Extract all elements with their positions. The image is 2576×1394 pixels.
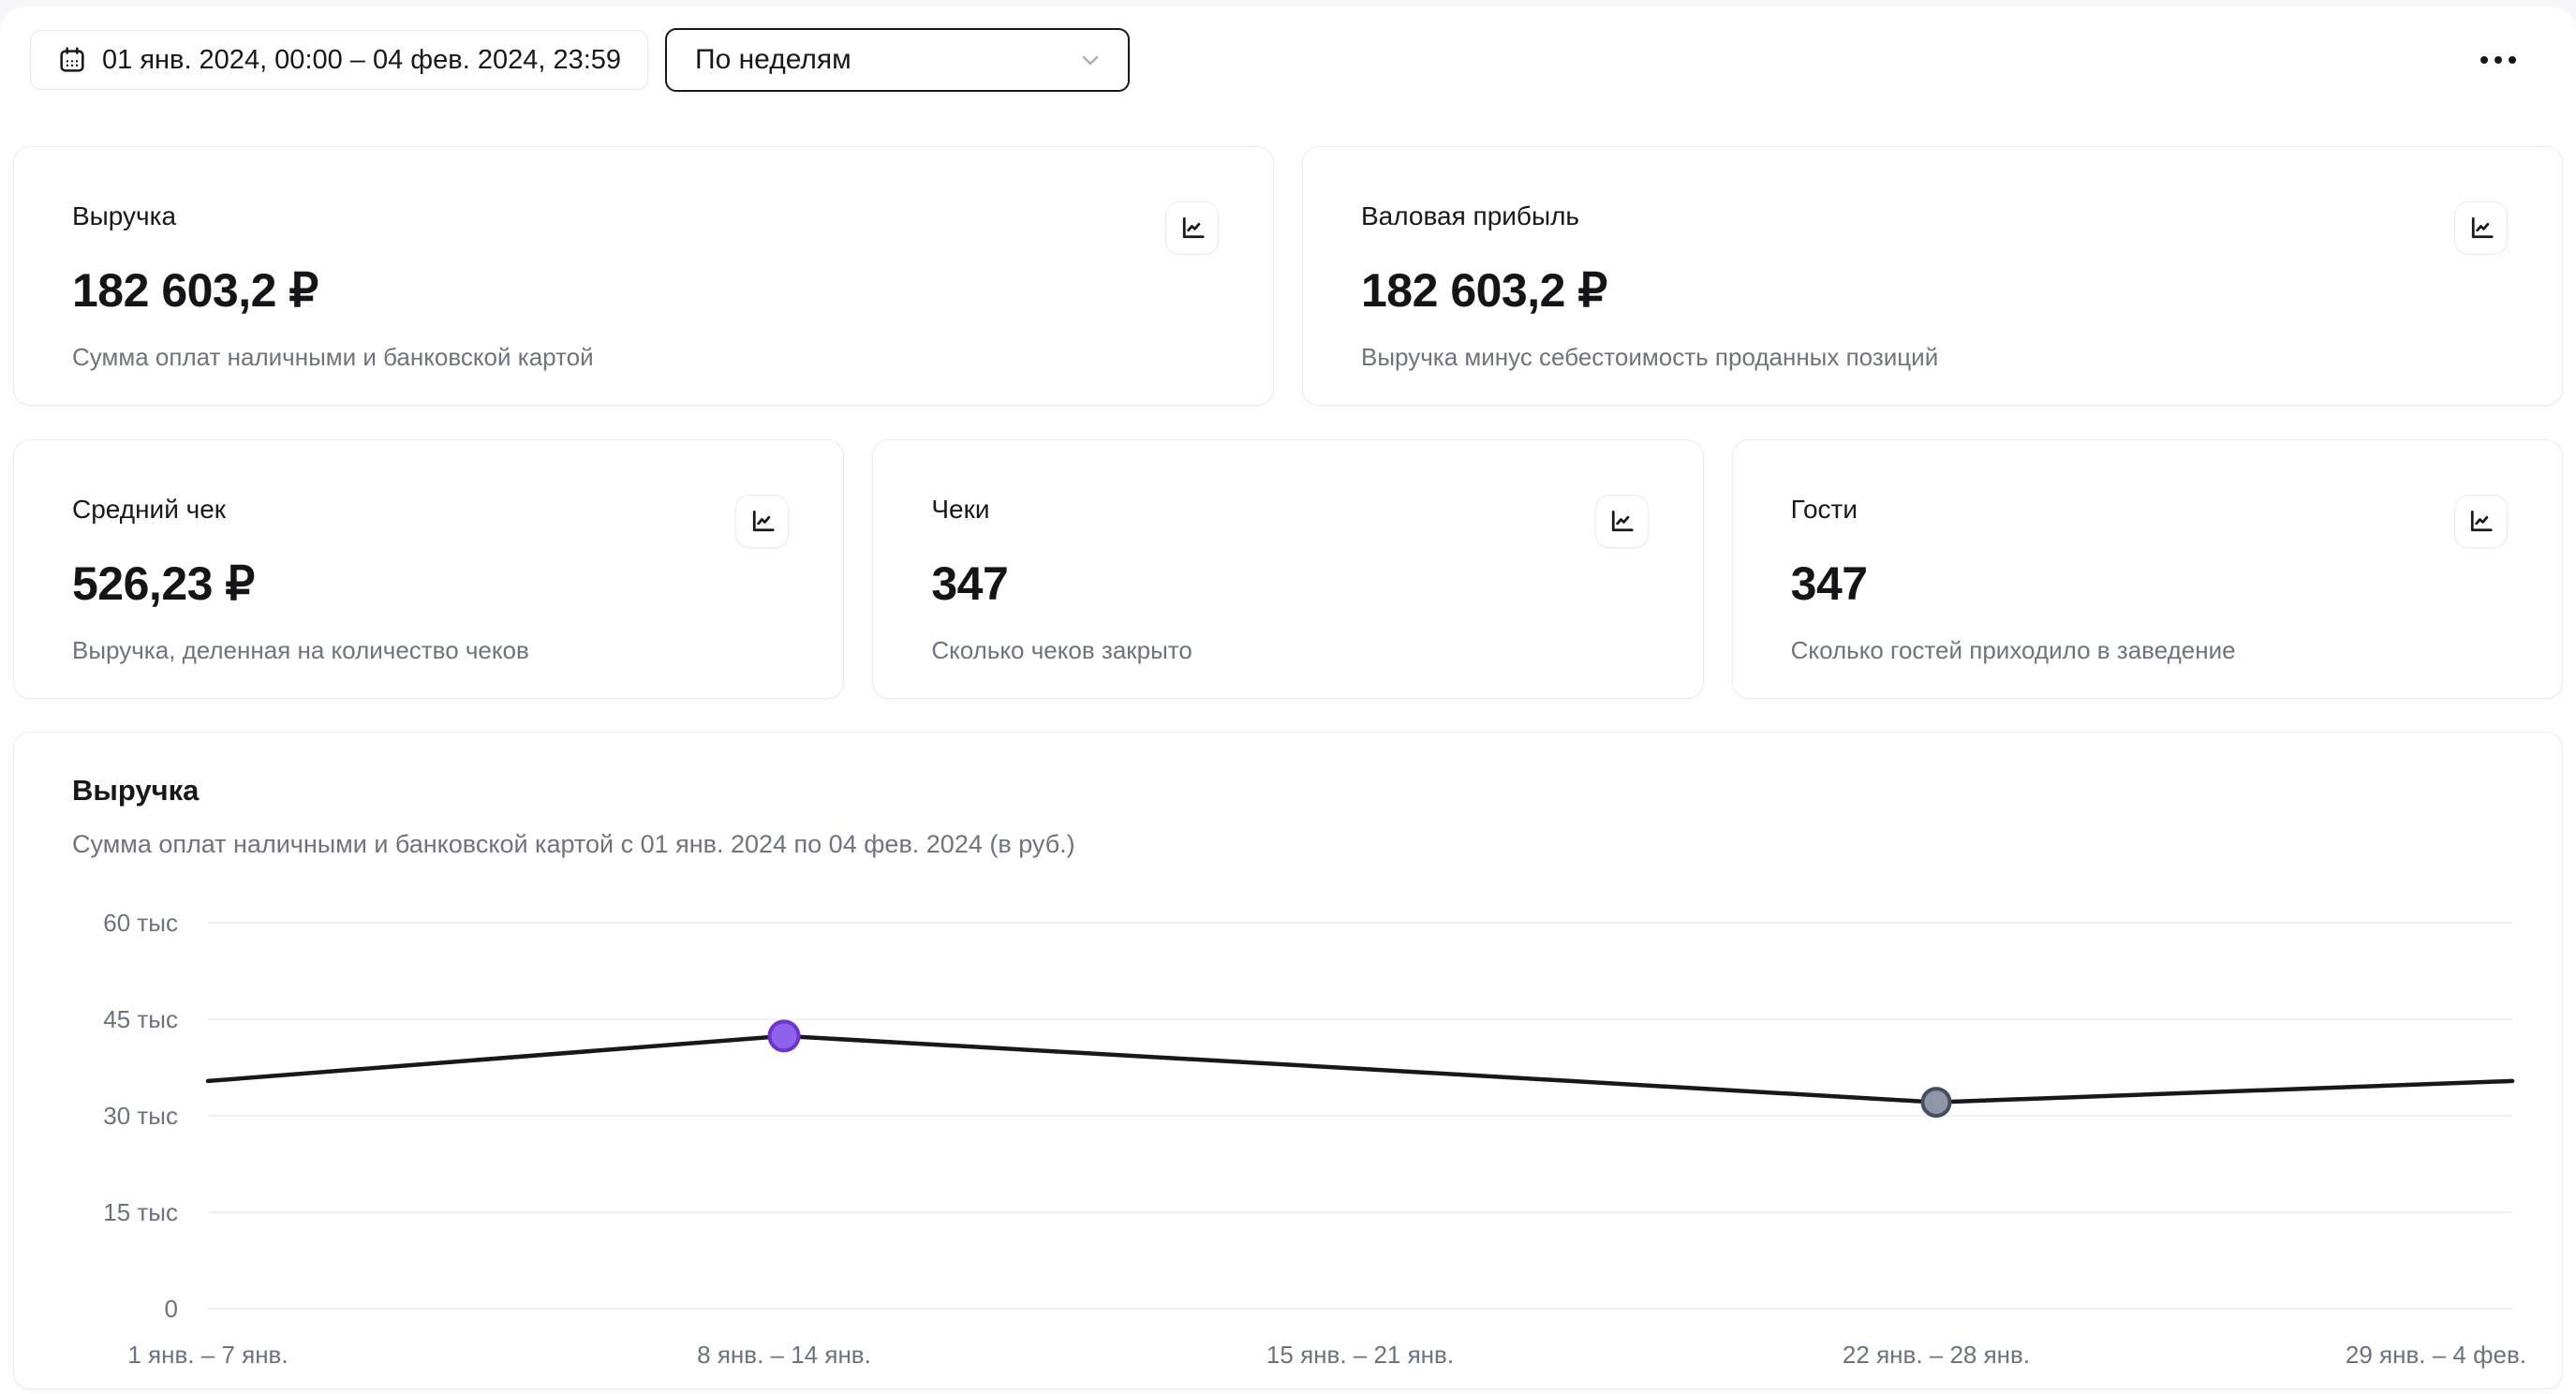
line-chart-icon	[1178, 215, 1207, 243]
y-axis-tick-label: 45 тыс	[103, 1005, 178, 1033]
chevron-down-icon	[1077, 47, 1103, 73]
card-title: Гости	[1791, 495, 2504, 525]
x-axis-tick-label: 1 янв. – 7 янв.	[127, 1341, 288, 1369]
open-chart-button[interactable]	[2454, 495, 2508, 548]
chart-marker[interactable]	[770, 1021, 799, 1050]
calendar-icon	[57, 45, 87, 75]
card-value: 347	[1791, 556, 2504, 611]
card-title: Средний чек	[72, 495, 785, 525]
card-value: 347	[931, 556, 1644, 611]
date-range-button[interactable]: 01 янв. 2024, 00:00 – 04 фев. 2024, 23:5…	[30, 30, 648, 90]
card-description: Выручка минус себестоимость проданных по…	[1361, 343, 2504, 372]
chart-title: Выручка	[72, 774, 2504, 808]
y-axis-tick-label: 30 тыс	[103, 1102, 178, 1130]
more-options-button[interactable]	[2475, 43, 2522, 77]
card-value: 182 603,2 ₽	[1361, 263, 2504, 318]
y-axis-tick-label: 15 тыс	[103, 1198, 178, 1226]
x-axis-tick-label: 15 янв. – 21 янв.	[1266, 1341, 1454, 1369]
revenue-chart-card: Выручка Сумма оплат наличными и банковск…	[13, 732, 2563, 1389]
card-description: Сколько чеков закрыто	[931, 636, 1644, 665]
card-description: Выручка, деленная на количество чеков	[72, 636, 785, 665]
card-title: Чеки	[931, 495, 1644, 525]
open-chart-button[interactable]	[735, 495, 789, 548]
x-axis-tick-label: 8 янв. – 14 янв.	[697, 1341, 871, 1369]
card-guests: Гости 347 Сколько гостей приходило в зав…	[1732, 439, 2563, 699]
x-axis-tick-label: 29 янв. – 4 фев.	[2346, 1341, 2526, 1369]
y-axis-tick-label: 0	[165, 1295, 178, 1323]
revenue-line-chart: 60 тыс 45 тыс 30 тыс 15 тыс 0 1 янв. – 7 янв.…	[72, 895, 2530, 1382]
card-title: Валовая прибыль	[1361, 201, 2504, 231]
open-chart-button[interactable]	[2454, 201, 2508, 255]
ellipsis-icon	[2480, 56, 2488, 64]
card-title: Выручка	[72, 201, 1215, 231]
card-gross-profit: Валовая прибыль 182 603,2 ₽ Выручка мину…	[1302, 146, 2563, 406]
date-range-text: 01 янв. 2024, 00:00 – 04 фев. 2024, 23:5…	[102, 45, 621, 76]
line-chart-icon	[2466, 508, 2495, 536]
card-value: 526,23 ₽	[72, 556, 785, 611]
card-description: Сумма оплат наличными и банковской карто…	[72, 343, 1215, 372]
chart-line	[208, 1036, 2512, 1103]
chart-plot-area: 60 тыс 45 тыс 30 тыс 15 тыс 0 1 янв. – 7 янв.…	[72, 895, 2504, 1387]
card-checks: Чеки 347 Сколько чеков закрыто	[872, 439, 1703, 699]
open-chart-button[interactable]	[1165, 201, 1219, 255]
open-chart-button[interactable]	[1595, 495, 1649, 548]
interval-selected-value: По неделям	[695, 44, 851, 76]
card-description: Сколько гостей приходило в заведение	[1791, 636, 2504, 665]
y-axis-tick-label: 60 тыс	[103, 909, 178, 937]
topbar: 01 янв. 2024, 00:00 – 04 фев. 2024, 23:5…	[0, 7, 2576, 92]
card-revenue: Выручка 182 603,2 ₽ Сумма оплат наличным…	[13, 146, 1274, 406]
chart-marker[interactable]	[1923, 1089, 1950, 1116]
x-axis-tick-label: 22 янв. – 28 янв.	[1843, 1341, 2030, 1369]
interval-selector[interactable]: По неделям	[665, 28, 1130, 92]
card-average-check: Средний чек 526,23 ₽ Выручка, деленная н…	[13, 439, 844, 699]
line-chart-icon	[748, 508, 777, 536]
chart-subtitle: Сумма оплат наличными и банковской карто…	[72, 830, 2504, 859]
metric-cards: Выручка 182 603,2 ₽ Сумма оплат наличным…	[0, 146, 2576, 699]
line-chart-icon	[2467, 215, 2495, 243]
line-chart-icon	[1607, 508, 1636, 536]
card-value: 182 603,2 ₽	[72, 263, 1215, 318]
dashboard-panel: 01 янв. 2024, 00:00 – 04 фев. 2024, 23:5…	[0, 7, 2576, 1394]
